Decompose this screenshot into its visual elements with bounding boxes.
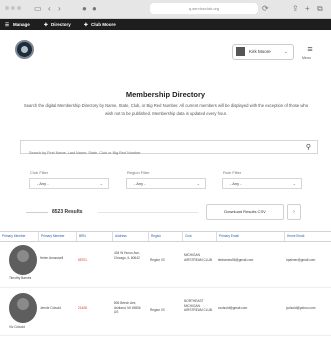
club: MICHIGAN AIRSTREAM CLUB — [184, 253, 212, 262]
member-photo — [9, 293, 37, 323]
admin-item-club[interactable]: Club Moore — [91, 19, 116, 30]
column-header[interactable]: Club — [182, 232, 215, 241]
club-logo[interactable] — [15, 40, 34, 59]
avatar — [236, 47, 245, 56]
user-icon[interactable]: ✚ — [84, 19, 88, 30]
primary-email[interactable]: timbarnes56@gmail.com — [218, 258, 282, 263]
chevron-down-icon: ⌄ — [283, 49, 288, 55]
window-maximize-dot[interactable] — [17, 6, 21, 10]
club-filter-value: - Any - — [37, 181, 49, 186]
role-filter-label: Role Filter — [223, 170, 242, 175]
share-icon[interactable]: ⇪ — [292, 3, 299, 14]
home-email[interactable]: hpalmer@gmail.com — [286, 258, 330, 263]
search-box: ⚲ — [20, 140, 318, 160]
primary-email[interactable]: vcolsold@gmail.com — [218, 306, 282, 311]
divider — [26, 212, 48, 213]
brn[interactable]: 55701 — [78, 258, 106, 263]
chevron-down-icon: ⌄ — [196, 181, 200, 186]
column-header[interactable]: BRN — [76, 232, 109, 241]
page-intro: Search the digital Membership Directory … — [23, 103, 309, 116]
window-minimize-dot[interactable] — [11, 6, 15, 10]
column-header[interactable]: Primary Member — [0, 232, 31, 241]
club-filter-select[interactable]: - Any - ⌄ — [29, 178, 109, 189]
address: 434 W Huron Ave, Chicago, IL 60642 — [114, 251, 140, 260]
back-icon[interactable]: ‹ — [48, 3, 51, 14]
region: Region 03 — [150, 258, 165, 262]
column-header[interactable]: Region — [148, 232, 181, 241]
main-content: Membership Directory Search the digital … — [0, 74, 331, 337]
search-input[interactable] — [21, 146, 301, 160]
column-header[interactable]: Primary Email — [216, 232, 283, 241]
hamburger-menu-icon[interactable]: ≡ — [304, 45, 316, 54]
region-filter-label: Region Filter — [127, 170, 150, 175]
region-filter-value: - Any - — [134, 181, 146, 186]
more-options-icon[interactable]: › — [287, 204, 301, 220]
page-title: Membership Directory — [125, 90, 206, 99]
admin-menu-icon[interactable]: ☰ — [5, 19, 9, 30]
spouse-name: Helen Amarosell — [40, 256, 64, 260]
user-name: Kirk Moore — [249, 49, 271, 54]
admin-bar: ☰ Manage ✚ Directory ✚ Club Moore — [0, 19, 331, 30]
column-header[interactable]: Address — [112, 232, 147, 241]
chevron-down-icon: ⌄ — [99, 181, 103, 186]
member-name: Timothy Barnes — [9, 276, 32, 280]
club: NORTHEAST MICHIGAN AIRSTREAM CLUB — [184, 299, 212, 312]
reload-icon[interactable]: ⟳ — [262, 3, 269, 14]
browser-toolbar: ▭ ‹ › ● ● q.serviceclub.org ⟳ ⇪ + ⧉ — [0, 0, 331, 19]
address: 806 Beech Ave, Ashland, MI 49806 US — [114, 301, 141, 314]
role-filter-select[interactable]: - Any - ⌄ — [222, 178, 302, 189]
table-row[interactable]: Vic Colsold Jennie Colsold 21408 806 Bee… — [0, 289, 331, 336]
table-row[interactable]: Timothy Barnes Helen Amarosell 55701 434… — [0, 241, 331, 288]
extension-icon[interactable]: ● — [92, 3, 97, 14]
shield-icon[interactable]: ● — [82, 3, 87, 14]
tabs-overview-icon[interactable]: ⧉ — [317, 3, 323, 14]
club-filter-label: Club Filter — [30, 170, 49, 175]
divider — [98, 212, 198, 213]
admin-item-manage[interactable]: Manage — [13, 19, 30, 30]
member-name: Vic Colsold — [9, 325, 25, 329]
chevron-down-icon: ⌄ — [292, 181, 296, 186]
admin-item-directory[interactable]: Directory — [51, 19, 71, 30]
spouse-name: Jennie Colsold — [40, 306, 61, 310]
menu-label[interactable]: Menu — [302, 56, 311, 60]
new-tab-icon[interactable]: + — [305, 3, 310, 14]
address-bar[interactable]: q.serviceclub.org — [150, 3, 258, 14]
directory-icon[interactable]: ✚ — [44, 19, 48, 30]
user-menu-button[interactable]: Kirk Moore ⌄ — [232, 44, 294, 60]
window-close-dot[interactable] — [5, 6, 9, 10]
brn[interactable]: 21408 — [78, 306, 106, 311]
forward-icon[interactable]: › — [58, 3, 61, 14]
results-count: 8523 Results — [52, 209, 83, 215]
page: ▭ ‹ › ● ● q.serviceclub.org ⟳ ⇪ + ⧉ ☰ Ma… — [0, 0, 331, 337]
search-icon[interactable]: ⚲ — [306, 143, 311, 151]
sidebar-toggle-icon[interactable]: ▭ — [34, 3, 42, 14]
role-filter-value: - Any - — [230, 181, 242, 186]
region-filter-select[interactable]: - Any - ⌄ — [126, 178, 206, 189]
column-header[interactable]: Home Email — [284, 232, 331, 241]
region: Region 03 — [150, 308, 165, 312]
site-header: Kirk Moore ⌄ ≡ Menu — [0, 30, 331, 74]
directory-table: Primary Member Primary Member BRN Addres… — [0, 231, 331, 337]
download-csv-button[interactable]: Download Results CSV — [206, 204, 284, 220]
home-email[interactable]: jcolsold@yahoo.com — [286, 306, 330, 311]
member-photo — [9, 245, 37, 275]
column-header[interactable]: Primary Member — [38, 232, 75, 241]
